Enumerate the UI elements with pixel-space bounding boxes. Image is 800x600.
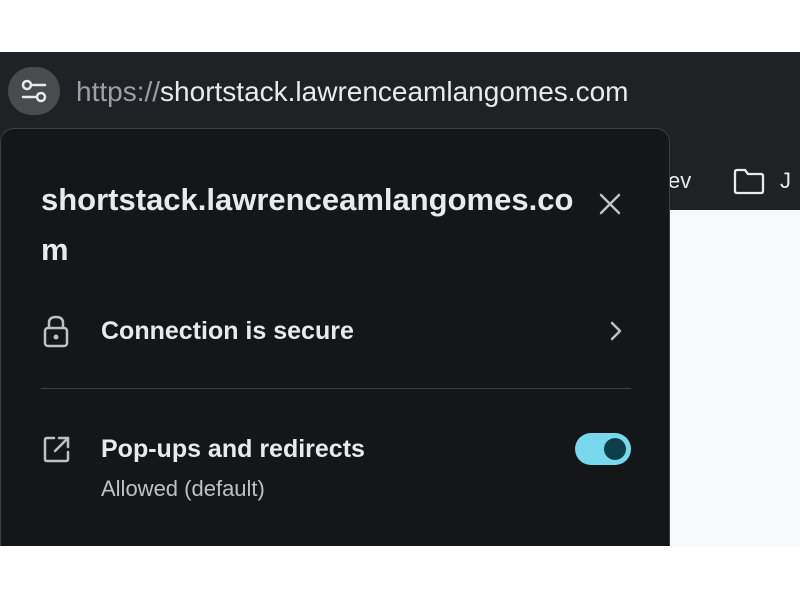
address-bar: https://shortstack.lawrenceamlangomes.co… <box>0 52 800 128</box>
bookmark-folder-label: J <box>780 168 791 193</box>
bookmark-folder[interactable]: J <box>732 152 791 210</box>
page-content <box>670 210 800 546</box>
folder-icon <box>733 168 765 195</box>
close-icon <box>599 193 621 215</box>
popups-label: Pop-ups and redirects <box>101 435 365 463</box>
url-field[interactable]: https://shortstack.lawrenceamlangomes.co… <box>76 72 628 112</box>
toggle-knob <box>604 438 626 460</box>
url-scheme: https:// <box>76 76 161 107</box>
connection-label: Connection is secure <box>101 317 354 345</box>
site-settings-button[interactable] <box>8 67 60 115</box>
site-info-popup: shortstack.lawrenceamlangomes.com Connec… <box>0 128 670 546</box>
connection-security-row[interactable]: Connection is secure <box>41 309 631 353</box>
open-in-new-icon <box>41 429 81 469</box>
browser-window: https://shortstack.lawrenceamlangomes.co… <box>0 52 800 546</box>
popup-title: shortstack.lawrenceamlangomes.com <box>41 182 574 267</box>
tune-icon <box>21 79 47 103</box>
divider <box>41 388 631 389</box>
chevron-right-icon <box>601 311 631 351</box>
bookmark-label: ev <box>668 168 692 193</box>
url-host: shortstack.lawrenceamlangomes.com <box>160 76 629 107</box>
popups-redirects-row: Pop-ups and redirects Allowed (default) <box>41 429 631 507</box>
popups-status: Allowed (default) <box>101 476 265 501</box>
lock-icon <box>41 311 81 351</box>
bookmark-item[interactable]: ev <box>668 152 691 210</box>
popups-toggle[interactable] <box>575 433 631 465</box>
close-button[interactable] <box>591 185 629 223</box>
